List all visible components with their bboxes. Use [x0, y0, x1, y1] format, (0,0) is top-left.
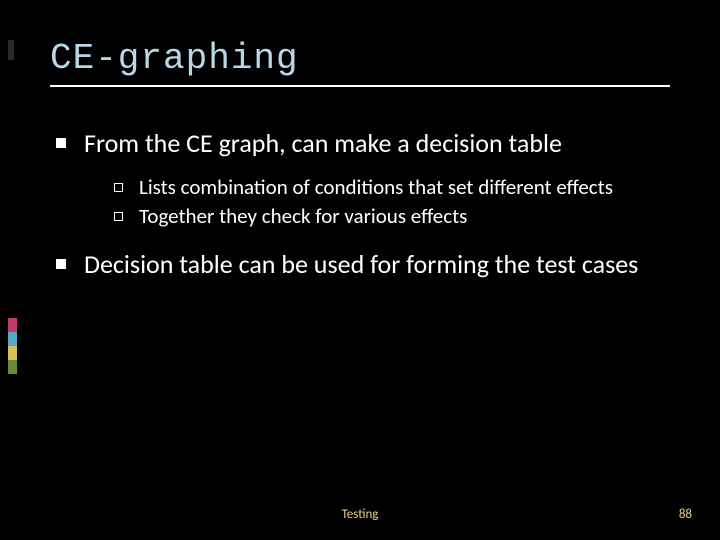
- bullet-text: From the CE graph, can make a decision t…: [84, 127, 562, 160]
- bullet-marker-icon: [56, 138, 66, 148]
- accent-seg: [8, 346, 17, 360]
- accent-seg: [8, 332, 17, 346]
- accent-seg: [8, 360, 17, 374]
- bullet-level1: Decision table can be used for forming t…: [56, 248, 670, 281]
- bullet-level1: From the CE graph, can make a decision t…: [56, 127, 670, 160]
- accent-seg: [8, 318, 17, 332]
- bullet-text: Together they check for various effects: [139, 203, 467, 230]
- bullet-marker-hollow-icon: [114, 183, 123, 192]
- slide: CE-graphing From the CE graph, can make …: [0, 0, 720, 540]
- bullet-text: Lists combination of conditions that set…: [139, 174, 613, 201]
- accent-top: [8, 40, 14, 60]
- bullet-sub-group: Lists combination of conditions that set…: [56, 174, 670, 231]
- slide-content: From the CE graph, can make a decision t…: [50, 127, 670, 281]
- accent-seg: [8, 40, 14, 60]
- bullet-marker-hollow-icon: [114, 212, 123, 221]
- footer-label: Testing: [342, 507, 379, 522]
- title-underline: [50, 85, 670, 87]
- bullet-level2: Together they check for various effects: [114, 203, 670, 230]
- bullet-text: Decision table can be used for forming t…: [84, 248, 638, 281]
- footer-page-number: 88: [679, 507, 692, 522]
- accent-bottom: [8, 318, 17, 374]
- slide-title: CE-graphing: [50, 38, 670, 79]
- bullet-level2: Lists combination of conditions that set…: [114, 174, 670, 201]
- bullet-marker-icon: [56, 259, 66, 269]
